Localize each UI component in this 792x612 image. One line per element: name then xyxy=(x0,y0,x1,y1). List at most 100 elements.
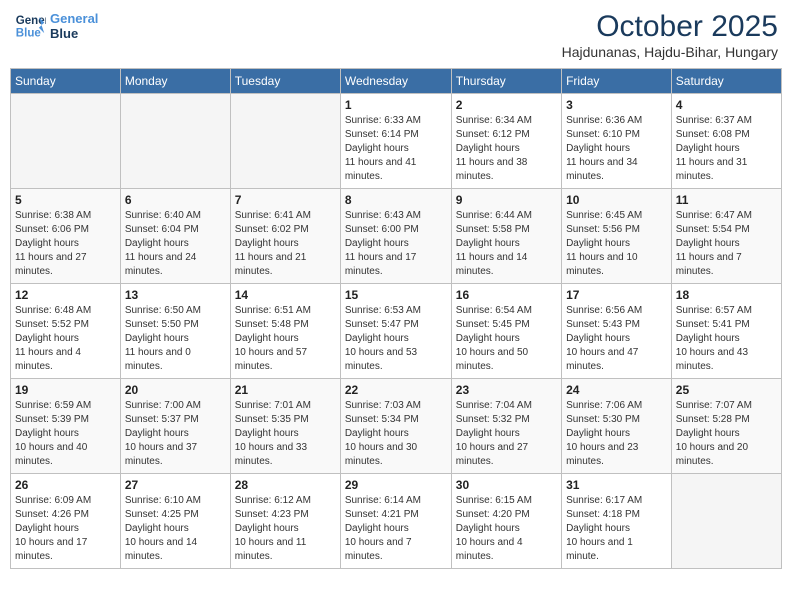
weekday-header-wednesday: Wednesday xyxy=(340,69,451,94)
day-info: Sunrise: 6:37 AMSunset: 6:08 PMDaylight … xyxy=(676,114,777,184)
day-cell: 7 Sunrise: 6:41 AMSunset: 6:02 PMDaylight… xyxy=(230,189,340,284)
day-number: 9 xyxy=(456,193,557,207)
calendar-table: SundayMondayTuesdayWednesdayThursdayFrid… xyxy=(10,68,782,569)
day-info: Sunrise: 7:03 AMSunset: 5:34 PMDaylight … xyxy=(345,399,447,469)
month-title: October 2025 xyxy=(562,10,778,44)
day-info: Sunrise: 7:01 AMSunset: 5:35 PMDaylight … xyxy=(235,399,336,469)
day-info: Sunrise: 6:34 AMSunset: 6:12 PMDaylight … xyxy=(456,114,557,184)
weekday-header-saturday: Saturday xyxy=(671,69,781,94)
day-cell: 27 Sunrise: 6:10 AMSunset: 4:25 PMDayligh… xyxy=(120,474,230,569)
page-header: General Blue GeneralBlue October 2025 Ha… xyxy=(10,10,782,60)
day-info: Sunrise: 6:59 AMSunset: 5:39 PMDaylight … xyxy=(15,399,116,469)
day-number: 7 xyxy=(235,193,336,207)
weekday-header-row: SundayMondayTuesdayWednesdayThursdayFrid… xyxy=(11,69,782,94)
day-info: Sunrise: 6:09 AMSunset: 4:26 PMDaylight … xyxy=(15,494,116,564)
day-number: 6 xyxy=(125,193,226,207)
day-number: 27 xyxy=(125,478,226,492)
day-number: 28 xyxy=(235,478,336,492)
day-cell: 21 Sunrise: 7:01 AMSunset: 5:35 PMDayligh… xyxy=(230,379,340,474)
day-number: 19 xyxy=(15,383,116,397)
day-info: Sunrise: 6:53 AMSunset: 5:47 PMDaylight … xyxy=(345,304,447,374)
day-cell: 8 Sunrise: 6:43 AMSunset: 6:00 PMDaylight… xyxy=(340,189,451,284)
day-cell xyxy=(671,474,781,569)
day-cell: 13Sunrise: 6:50 AMSunset: 5:50 PMDayligh… xyxy=(120,284,230,379)
week-row-4: 19 Sunrise: 6:59 AMSunset: 5:39 PMDayligh… xyxy=(11,379,782,474)
weekday-header-thursday: Thursday xyxy=(451,69,561,94)
logo-text: GeneralBlue xyxy=(50,11,98,41)
subtitle: Hajdunanas, Hajdu-Bihar, Hungary xyxy=(562,44,778,60)
title-area: October 2025 Hajdunanas, Hajdu-Bihar, Hu… xyxy=(562,10,778,60)
day-number: 16 xyxy=(456,288,557,302)
day-cell xyxy=(230,94,340,189)
day-number: 21 xyxy=(235,383,336,397)
day-number: 17 xyxy=(566,288,667,302)
day-cell: 6Sunrise: 6:40 AMSunset: 6:04 PMDaylight… xyxy=(120,189,230,284)
day-info: Sunrise: 7:06 AMSunset: 5:30 PMDaylight … xyxy=(566,399,667,469)
day-cell: 12 Sunrise: 6:48 AMSunset: 5:52 PMDayligh… xyxy=(11,284,121,379)
day-info: Sunrise: 7:07 AMSunset: 5:28 PMDaylight … xyxy=(676,399,777,469)
day-number: 18 xyxy=(676,288,777,302)
day-info: Sunrise: 6:48 AMSunset: 5:52 PMDaylight … xyxy=(15,304,116,374)
day-cell: 26 Sunrise: 6:09 AMSunset: 4:26 PMDayligh… xyxy=(11,474,121,569)
day-info: Sunrise: 6:57 AMSunset: 5:41 PMDaylight … xyxy=(676,304,777,374)
day-number: 15 xyxy=(345,288,447,302)
day-number: 31 xyxy=(566,478,667,492)
day-info: Sunrise: 6:38 AMSunset: 6:06 PMDaylight … xyxy=(15,209,116,279)
day-info: Sunrise: 6:41 AMSunset: 6:02 PMDaylight … xyxy=(235,209,336,279)
week-row-5: 26 Sunrise: 6:09 AMSunset: 4:26 PMDayligh… xyxy=(11,474,782,569)
day-cell: 16 Sunrise: 6:54 AMSunset: 5:45 PMDayligh… xyxy=(451,284,561,379)
day-cell: 31 Sunrise: 6:17 AMSunset: 4:18 PMDayligh… xyxy=(562,474,672,569)
day-number: 29 xyxy=(345,478,447,492)
day-cell: 25 Sunrise: 7:07 AMSunset: 5:28 PMDayligh… xyxy=(671,379,781,474)
day-number: 1 xyxy=(345,98,447,112)
day-cell: 17 Sunrise: 6:56 AMSunset: 5:43 PMDayligh… xyxy=(562,284,672,379)
day-cell xyxy=(120,94,230,189)
day-number: 26 xyxy=(15,478,116,492)
day-cell: 5 Sunrise: 6:38 AMSunset: 6:06 PMDaylight… xyxy=(11,189,121,284)
day-info: Sunrise: 6:47 AMSunset: 5:54 PMDaylight … xyxy=(676,209,777,279)
day-number: 23 xyxy=(456,383,557,397)
day-cell: 10 Sunrise: 6:45 AMSunset: 5:56 PMDayligh… xyxy=(562,189,672,284)
day-number: 30 xyxy=(456,478,557,492)
day-info: Sunrise: 6:45 AMSunset: 5:56 PMDaylight … xyxy=(566,209,667,279)
day-number: 20 xyxy=(125,383,226,397)
day-info: Sunrise: 6:43 AMSunset: 6:00 PMDaylight … xyxy=(345,209,447,279)
weekday-header-friday: Friday xyxy=(562,69,672,94)
day-info: Sunrise: 6:14 AMSunset: 4:21 PMDaylight … xyxy=(345,494,447,564)
logo: General Blue GeneralBlue xyxy=(14,10,98,42)
week-row-1: 1 Sunrise: 6:33 AMSunset: 6:14 PMDaylight… xyxy=(11,94,782,189)
day-number: 11 xyxy=(676,193,777,207)
day-number: 10 xyxy=(566,193,667,207)
day-info: Sunrise: 7:04 AMSunset: 5:32 PMDaylight … xyxy=(456,399,557,469)
day-number: 25 xyxy=(676,383,777,397)
day-info: Sunrise: 6:51 AMSunset: 5:48 PMDaylight … xyxy=(235,304,336,374)
day-cell: 29 Sunrise: 6:14 AMSunset: 4:21 PMDayligh… xyxy=(340,474,451,569)
day-number: 14 xyxy=(235,288,336,302)
day-cell xyxy=(11,94,121,189)
day-info: Sunrise: 6:56 AMSunset: 5:43 PMDaylight … xyxy=(566,304,667,374)
svg-text:Blue: Blue xyxy=(16,28,42,40)
day-info: Sunrise: 6:17 AMSunset: 4:18 PMDaylight … xyxy=(566,494,667,564)
day-number: 8 xyxy=(345,193,447,207)
day-cell: 2Sunrise: 6:34 AMSunset: 6:12 PMDaylight… xyxy=(451,94,561,189)
day-number: 13 xyxy=(125,288,226,302)
day-info: Sunrise: 6:54 AMSunset: 5:45 PMDaylight … xyxy=(456,304,557,374)
day-info: Sunrise: 6:44 AMSunset: 5:58 PMDaylight … xyxy=(456,209,557,279)
day-cell: 11 Sunrise: 6:47 AMSunset: 5:54 PMDayligh… xyxy=(671,189,781,284)
day-cell: 22Sunrise: 7:03 AMSunset: 5:34 PMDayligh… xyxy=(340,379,451,474)
weekday-header-sunday: Sunday xyxy=(11,69,121,94)
day-info: Sunrise: 7:00 AMSunset: 5:37 PMDaylight … xyxy=(125,399,226,469)
day-info: Sunrise: 6:33 AMSunset: 6:14 PMDaylight … xyxy=(345,114,447,184)
day-cell: 24 Sunrise: 7:06 AMSunset: 5:30 PMDayligh… xyxy=(562,379,672,474)
week-row-3: 12 Sunrise: 6:48 AMSunset: 5:52 PMDayligh… xyxy=(11,284,782,379)
day-number: 24 xyxy=(566,383,667,397)
day-cell: 15 Sunrise: 6:53 AMSunset: 5:47 PMDayligh… xyxy=(340,284,451,379)
logo-icon: General Blue xyxy=(14,10,46,42)
day-cell: 23 Sunrise: 7:04 AMSunset: 5:32 PMDayligh… xyxy=(451,379,561,474)
day-info: Sunrise: 6:15 AMSunset: 4:20 PMDaylight … xyxy=(456,494,557,564)
day-number: 12 xyxy=(15,288,116,302)
day-info: Sunrise: 6:10 AMSunset: 4:25 PMDaylight … xyxy=(125,494,226,564)
day-number: 5 xyxy=(15,193,116,207)
day-cell: 19 Sunrise: 6:59 AMSunset: 5:39 PMDayligh… xyxy=(11,379,121,474)
weekday-header-tuesday: Tuesday xyxy=(230,69,340,94)
